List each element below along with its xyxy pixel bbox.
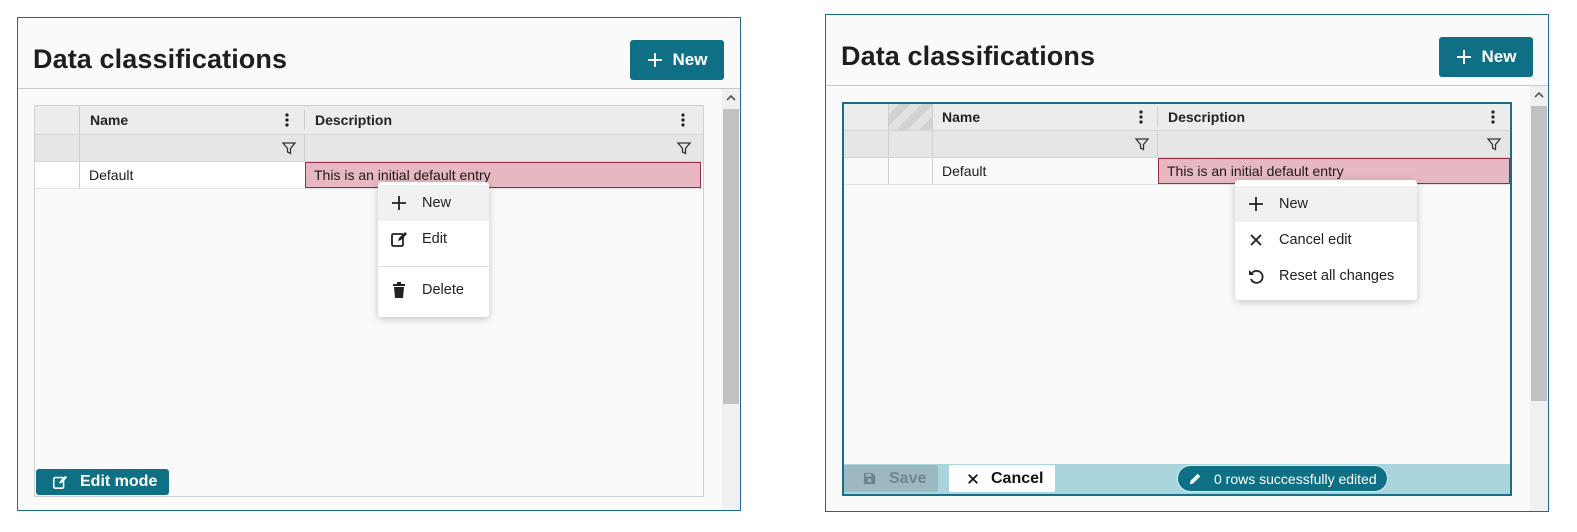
grid-header-row: Name Description <box>844 104 1510 131</box>
edit-footer-bar: Save Cancel 0 rows successfully edited <box>844 464 1510 494</box>
page-title: Data classifications <box>841 41 1096 71</box>
save-button[interactable]: Save <box>844 465 938 492</box>
context-menu-item-new[interactable]: New <box>378 185 489 221</box>
menu-divider <box>378 266 489 267</box>
description-cell-selected[interactable]: This is an initial default entry <box>305 162 701 188</box>
panel-header: Data classifications New <box>18 18 740 89</box>
trash-icon <box>393 282 405 298</box>
chevron-up-icon[interactable] <box>1530 86 1548 104</box>
column-header-description[interactable]: Description <box>315 106 615 134</box>
edit-icon <box>52 475 68 490</box>
new-button-label: New <box>672 50 708 69</box>
context-menu: New Cancel edit Reset all changes <box>1235 180 1417 300</box>
undo-icon <box>1249 269 1264 284</box>
kebab-icon[interactable] <box>1486 109 1500 125</box>
name-cell[interactable]: Default <box>942 158 1142 184</box>
filter-icon[interactable] <box>1134 136 1150 152</box>
plus-icon <box>392 196 406 210</box>
pencil-icon <box>1189 473 1201 484</box>
context-menu-item-edit[interactable]: Edit <box>378 221 489 257</box>
save-icon <box>863 472 876 485</box>
context-menu-item-cancel-edit[interactable]: Cancel edit <box>1235 222 1417 258</box>
edit-mode-button[interactable]: Edit mode <box>36 469 169 495</box>
data-grid: Name Description Default This is an init… <box>34 105 704 497</box>
kebab-icon[interactable] <box>1134 109 1148 125</box>
panel-header: Data classifications New <box>826 15 1548 86</box>
status-badge: 0 rows successfully edited <box>1177 465 1388 492</box>
close-icon <box>968 473 978 484</box>
kebab-icon[interactable] <box>280 112 294 128</box>
scrollbar-thumb[interactable] <box>1531 106 1547 401</box>
grid-filter-row <box>844 131 1510 158</box>
left-panel: Data classifications New Name Descriptio… <box>17 17 741 511</box>
new-button[interactable]: New <box>630 40 724 80</box>
page-title: Data classifications <box>33 44 288 74</box>
vertical-scrollbar[interactable] <box>722 89 740 510</box>
plus-icon <box>1456 50 1471 64</box>
context-menu-item-delete[interactable]: Delete <box>378 272 489 308</box>
filter-icon[interactable] <box>676 140 692 156</box>
plus-icon <box>1249 197 1263 211</box>
edit-mode-label: Edit mode <box>80 473 158 490</box>
close-icon <box>1250 234 1262 246</box>
new-button-label: New <box>1481 47 1517 66</box>
filter-icon[interactable] <box>281 140 297 156</box>
filter-icon[interactable] <box>1486 136 1502 152</box>
chevron-up-icon[interactable] <box>722 89 740 107</box>
grid-filter-row <box>35 135 703 162</box>
kebab-icon[interactable] <box>676 112 690 128</box>
context-menu-item-new[interactable]: New <box>1235 186 1417 222</box>
context-menu-item-reset-all-changes[interactable]: Reset all changes <box>1235 258 1417 294</box>
right-panel: Data classifications New Name Descriptio… <box>825 14 1549 512</box>
row-selector-header <box>888 104 932 130</box>
context-menu: New Edit Delete <box>378 182 489 317</box>
column-header-name[interactable]: Name <box>90 106 290 134</box>
scrollbar-thumb[interactable] <box>723 109 739 404</box>
grid-header-row: Name Description <box>35 106 703 135</box>
column-header-name[interactable]: Name <box>942 104 1122 130</box>
name-cell[interactable]: Default <box>89 162 289 188</box>
edit-icon <box>391 232 407 247</box>
plus-icon <box>647 53 662 67</box>
column-header-description[interactable]: Description <box>1168 104 1468 130</box>
vertical-scrollbar[interactable] <box>1530 86 1548 511</box>
cancel-button[interactable]: Cancel <box>949 465 1055 492</box>
new-button[interactable]: New <box>1439 37 1533 77</box>
